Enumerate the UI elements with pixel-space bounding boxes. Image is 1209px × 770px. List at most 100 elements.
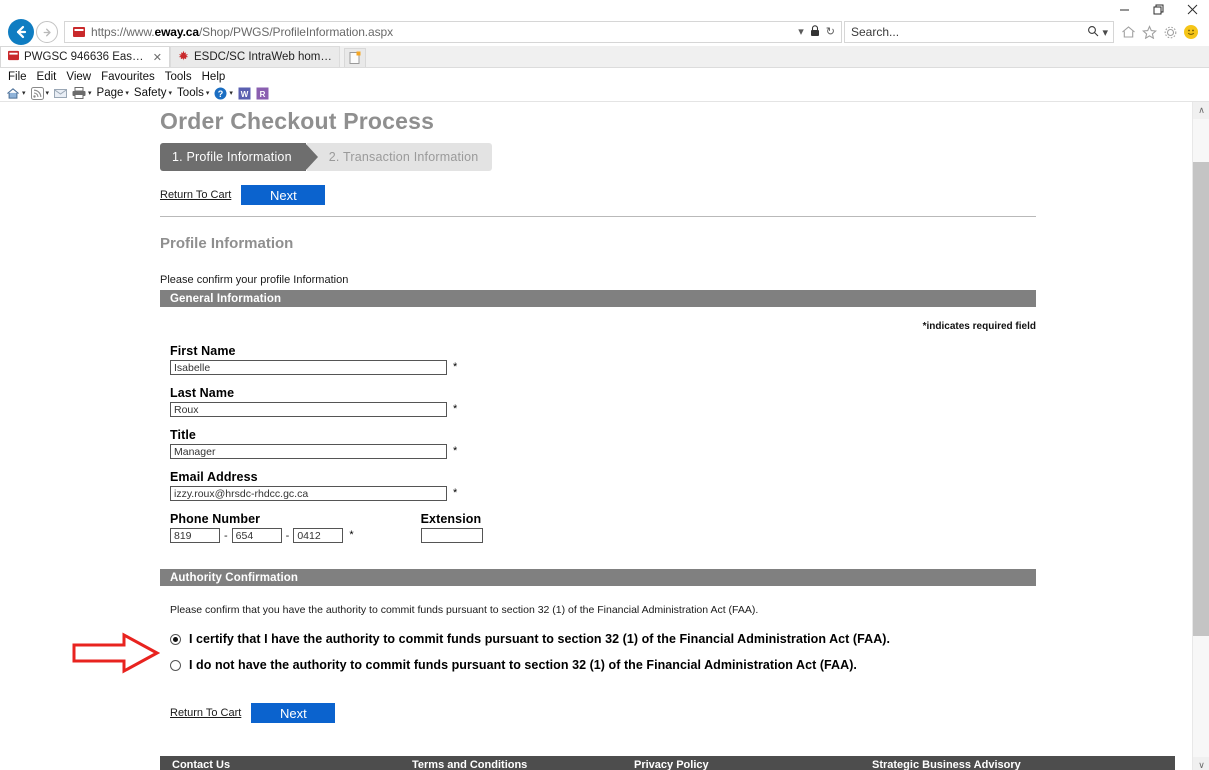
next-button-bottom[interactable]: Next <box>251 703 336 723</box>
smiley-feedback-icon[interactable] <box>1183 24 1199 40</box>
chevron-down-icon[interactable]: ▾ <box>229 89 233 97</box>
safety-menu-button[interactable]: Safety ▾ <box>134 87 172 99</box>
scroll-down-arrow-icon[interactable]: ∨ <box>1193 757 1209 770</box>
restore-button[interactable] <box>1141 0 1175 18</box>
bottom-action-row: Return To Cart Next <box>170 703 1036 723</box>
chevron-down-icon[interactable]: ▾ <box>125 89 129 97</box>
back-button[interactable] <box>8 19 34 45</box>
return-to-cart-link-top[interactable]: Return To Cart <box>160 189 231 201</box>
return-to-cart-link-bottom[interactable]: Return To Cart <box>170 707 241 719</box>
title-input[interactable] <box>170 444 447 459</box>
menu-favourites[interactable]: Favourites <box>101 71 155 83</box>
next-button-top[interactable]: Next <box>241 185 326 205</box>
page-footer: Contact Us Terms and Conditions Privacy … <box>160 756 1175 770</box>
tab-pwgsc[interactable]: PWGSC 946636 East & NCA ... ✕ <box>0 46 170 67</box>
phone-line-input[interactable] <box>293 528 344 543</box>
annotation-arrow-icon <box>72 632 160 674</box>
confirm-instruction: Please confirm your profile Information <box>160 274 349 286</box>
help-menu-button[interactable]: ? ▾ <box>214 87 233 100</box>
tools-menu-label: Tools <box>177 87 204 99</box>
refresh-icon[interactable]: ↻ <box>826 26 835 38</box>
navigation-bar: https://www.eway.ca/Shop/PWGS/ProfileInf… <box>0 18 1209 46</box>
browser-window: https://www.eway.ca/Shop/PWGS/ProfileInf… <box>0 0 1209 770</box>
tab-close-icon[interactable]: ✕ <box>153 51 162 64</box>
general-information-band: General Information <box>160 290 1036 307</box>
chevron-down-icon[interactable]: ▾ <box>206 89 210 97</box>
addon-icon-1[interactable]: W <box>238 87 251 100</box>
phone-number-label: Phone Number <box>170 512 261 526</box>
address-bar[interactable]: https://www.eway.ca/Shop/PWGS/ProfileInf… <box>64 21 842 43</box>
close-button[interactable] <box>1175 0 1209 18</box>
tab-favicon-maple-leaf-icon <box>178 50 189 64</box>
scrollbar-thumb[interactable] <box>1193 162 1209 636</box>
url-path: /Shop/PWGS/ProfileInformation.aspx <box>198 25 393 39</box>
feeds-button[interactable]: ▾ <box>30 86 50 100</box>
forward-button[interactable] <box>36 21 58 43</box>
addon-icon-2[interactable]: R <box>256 87 269 100</box>
field-extension: Extension <box>420 512 483 543</box>
step-profile-information[interactable]: 1. Profile Information <box>160 143 306 171</box>
favorites-star-icon[interactable] <box>1141 24 1157 40</box>
search-icon[interactable] <box>1087 25 1099 40</box>
chevron-down-icon[interactable]: ▾ <box>88 89 92 97</box>
home-page-button[interactable]: ▾ <box>6 87 26 100</box>
print-button[interactable]: ▾ <box>72 87 92 99</box>
compat-view-caret-icon[interactable]: ▾ <box>798 26 804 38</box>
search-box-icons: ▾ <box>1087 25 1113 40</box>
decline-radio[interactable] <box>170 660 181 671</box>
chevron-down-icon[interactable]: ▾ <box>22 89 26 97</box>
address-bar-icons: ▾ ↻ <box>792 24 841 40</box>
page-menu-button[interactable]: Page ▾ <box>97 87 129 99</box>
menu-file[interactable]: File <box>8 71 27 83</box>
command-bar: ▾ ▾ ▾ Page ▾ Safety ▾ Tools ▾ ? ▾ W R <box>0 85 1209 102</box>
gear-icon[interactable] <box>1162 24 1178 40</box>
url-scheme: https://www. <box>91 25 155 39</box>
footer-terms-and-conditions[interactable]: Terms and Conditions <box>412 759 634 770</box>
phone-prefix-input[interactable] <box>231 528 282 543</box>
safety-menu-label: Safety <box>133 87 167 99</box>
step-transaction-information[interactable]: 2. Transaction Information <box>306 143 493 171</box>
search-input[interactable]: Search... <box>845 25 1087 39</box>
footer-contact-us[interactable]: Contact Us <box>172 759 412 770</box>
new-tab-button[interactable] <box>344 48 366 67</box>
tools-menu-button[interactable]: Tools ▾ <box>177 87 209 99</box>
phone-area-code-input[interactable] <box>170 528 220 543</box>
last-name-input[interactable] <box>170 402 447 417</box>
footer-privacy-policy[interactable]: Privacy Policy <box>634 759 872 770</box>
extension-label: Extension <box>420 512 482 526</box>
search-provider-caret-icon[interactable]: ▾ <box>1102 26 1108 39</box>
field-email-address: Email Address * <box>170 470 1036 501</box>
scroll-up-arrow-icon[interactable]: ∧ <box>1193 102 1209 119</box>
menu-view[interactable]: View <box>66 71 91 83</box>
authority-confirmation-label: Authority Confirmation <box>170 571 299 584</box>
authority-option-certify[interactable]: I certify that I have the authority to c… <box>170 632 1036 647</box>
chevron-down-icon[interactable]: ▾ <box>169 89 173 97</box>
read-mail-button[interactable] <box>54 88 68 99</box>
home-icon[interactable] <box>1120 24 1136 40</box>
step-chevron-icon <box>304 143 318 171</box>
email-required-mark: * <box>453 487 458 499</box>
certify-radio-label: I certify that I have the authority to c… <box>189 632 891 646</box>
menu-help[interactable]: Help <box>202 71 226 83</box>
phone-required-mark: * <box>349 529 354 541</box>
minimize-button[interactable] <box>1107 0 1141 18</box>
extension-input[interactable] <box>420 528 483 543</box>
authority-confirmation-band: Authority Confirmation <box>160 569 1036 586</box>
authority-option-decline[interactable]: I do not have the authority to commit fu… <box>170 658 1036 673</box>
title-required-mark: * <box>453 445 458 457</box>
field-phone-number: Phone Number - - * <box>170 512 354 543</box>
certify-radio[interactable] <box>170 634 181 645</box>
first-name-input[interactable] <box>170 360 447 375</box>
chevron-down-icon[interactable]: ▾ <box>46 89 50 97</box>
menu-tools[interactable]: Tools <box>165 71 192 83</box>
menu-edit[interactable]: Edit <box>37 71 57 83</box>
vertical-scrollbar[interactable]: ∧ ∨ <box>1192 102 1209 770</box>
section-title: Profile Information <box>160 235 294 252</box>
email-address-input[interactable] <box>170 486 447 501</box>
search-box[interactable]: Search... ▾ <box>844 21 1114 43</box>
footer-strategic-business-advisory[interactable]: Strategic Business Advisory <box>872 759 1021 770</box>
tab-esdc[interactable]: ESDC/SC IntraWeb home page <box>170 46 340 67</box>
address-text: https://www.eway.ca/Shop/PWGS/ProfileInf… <box>91 25 792 39</box>
svg-text:?: ? <box>218 89 224 99</box>
required-field-note: *indicates required field <box>922 321 1036 332</box>
